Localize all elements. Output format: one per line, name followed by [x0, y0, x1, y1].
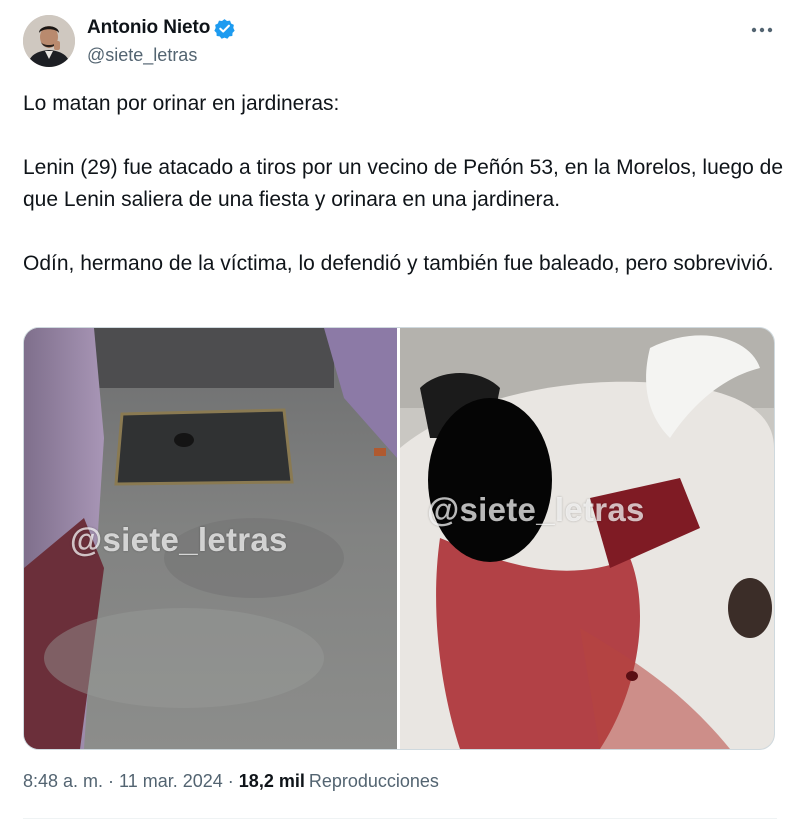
verified-badge-icon	[214, 18, 235, 39]
views-label: Reproducciones	[308, 771, 439, 791]
author-display-name[interactable]: Antonio Nieto	[87, 17, 210, 39]
tweet-card: Antonio Nieto @siete_letras Lo matan por…	[0, 0, 800, 823]
more-options-button[interactable]	[748, 16, 776, 44]
meta-separator: ·	[227, 771, 234, 791]
media-watermark: @siete_letras	[70, 521, 288, 558]
meta-separator: ·	[108, 771, 115, 791]
media-photo-right[interactable]: @siete_letras	[400, 328, 774, 749]
author-avatar[interactable]	[23, 15, 75, 67]
views-count: 18,2 mil	[238, 771, 305, 791]
scene-photo	[400, 328, 774, 749]
tweet-text: Lo matan por orinar en jardineras: Lenin…	[23, 88, 783, 280]
tweet-paragraph: Lenin (29) fue atacado a tiros por un ve…	[23, 156, 784, 211]
tweet-paragraph: Lo matan por orinar en jardineras:	[23, 92, 340, 115]
tweet-date-link[interactable]: 11 mar. 2024	[119, 771, 223, 792]
tweet-time-link[interactable]: 8:48 a. m.	[23, 771, 103, 792]
author-handle[interactable]: @siete_letras	[87, 45, 197, 66]
tweet-meta: 8:48 a. m. · 11 mar. 2024 · 18,2 mil Rep…	[23, 771, 439, 792]
author-name-row: Antonio Nieto	[87, 17, 235, 39]
more-horizontal-icon	[751, 27, 773, 33]
tweet-paragraph: Odín, hermano de la víctima, lo defendió…	[23, 252, 774, 275]
bottom-divider	[23, 818, 777, 819]
media-photo-left[interactable]: @siete_letras	[24, 328, 397, 749]
media-watermark: @siete_letras	[427, 491, 645, 528]
tweet-media-grid: @siete_letras @siete_letras	[23, 327, 775, 750]
